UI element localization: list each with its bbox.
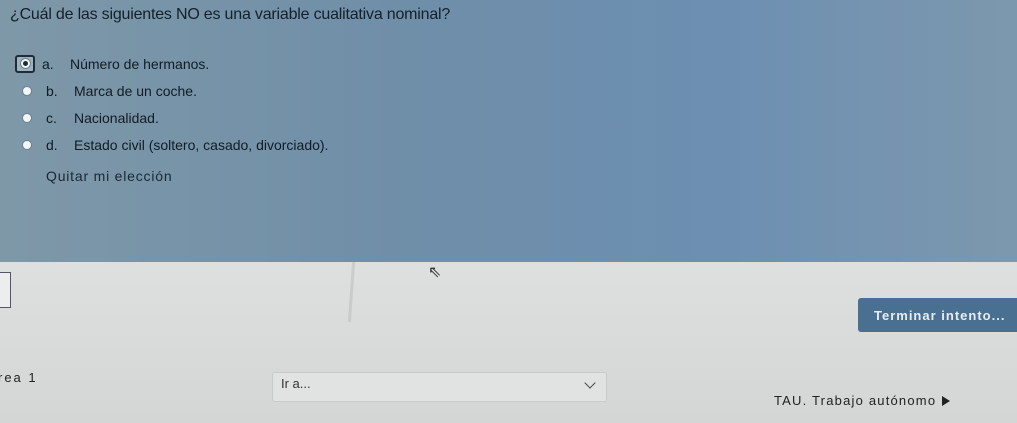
option-d[interactable]: d. Estado civil (soltero, casado, divorc… — [22, 131, 328, 158]
radio-focus-ring[interactable] — [15, 54, 35, 73]
jump-to-select[interactable]: Ir a... — [272, 372, 607, 402]
option-letter: d. — [46, 136, 58, 153]
option-text: Marca de un coche. — [74, 82, 197, 99]
finish-attempt-button[interactable]: Terminar intento... — [858, 298, 1017, 332]
option-text: Estado civil (soltero, casado, divorciad… — [74, 136, 329, 153]
question-text: ¿Cuál de las siguientes NO es una variab… — [10, 6, 451, 23]
option-letter: b. — [46, 82, 58, 99]
next-activity-link[interactable]: TAU. Trabajo autónomo — [774, 393, 951, 408]
option-letter: c. — [46, 109, 57, 126]
question-panel: ¿Cuál de las siguientes NO es una variab… — [0, 0, 1017, 262]
option-b[interactable]: b. Marca de un coche. — [22, 77, 328, 104]
radio-icon[interactable] — [22, 85, 32, 96]
previous-activity-link[interactable]: rea 1 — [0, 370, 38, 385]
option-text: Número de hermanos. — [70, 55, 210, 72]
screen-glare — [347, 261, 356, 323]
option-text: Nacionalidad. — [74, 109, 159, 126]
radio-icon[interactable] — [22, 139, 32, 150]
clear-choice-link[interactable]: Quitar mi elección — [46, 168, 172, 184]
next-activity-label: TAU. Trabajo autónomo — [774, 393, 937, 408]
radio-icon[interactable] — [22, 112, 32, 123]
jump-to-label: Ir a... — [281, 376, 311, 391]
option-letter: a. — [42, 55, 54, 72]
radio-selected-icon[interactable] — [19, 58, 31, 69]
play-icon — [942, 395, 951, 406]
answer-options: a. Número de hermanos. b. Marca de un co… — [15, 50, 328, 158]
chevron-down-icon — [584, 377, 596, 389]
option-a[interactable]: a. Número de hermanos. — [15, 50, 328, 77]
option-c[interactable]: c. Nacionalidad. — [22, 104, 328, 131]
quiz-navigation: ⇖ Terminar intento... rea 1 Ir a... TAU.… — [0, 261, 1017, 423]
partial-input-field[interactable] — [0, 272, 11, 308]
mouse-cursor-icon: ⇖ — [428, 264, 442, 281]
